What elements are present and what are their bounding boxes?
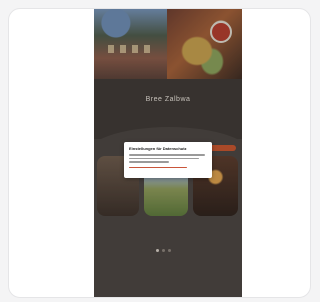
modal-title: Einstellungen für Datenschutz	[129, 146, 187, 151]
modal-settings-link[interactable]	[129, 166, 187, 168]
website-screenshot[interactable]: Bree Zalbwa Einstellungen für Datenschut…	[94, 9, 242, 297]
modal-text-line	[129, 161, 169, 163]
preview-card[interactable]: Bree Zalbwa Einstellungen für Datenschut…	[8, 8, 311, 298]
cookie-consent-modal[interactable]: Einstellungen für Datenschutz	[124, 142, 212, 178]
modal-text-line	[129, 157, 199, 159]
modal-text-line	[129, 154, 205, 156]
